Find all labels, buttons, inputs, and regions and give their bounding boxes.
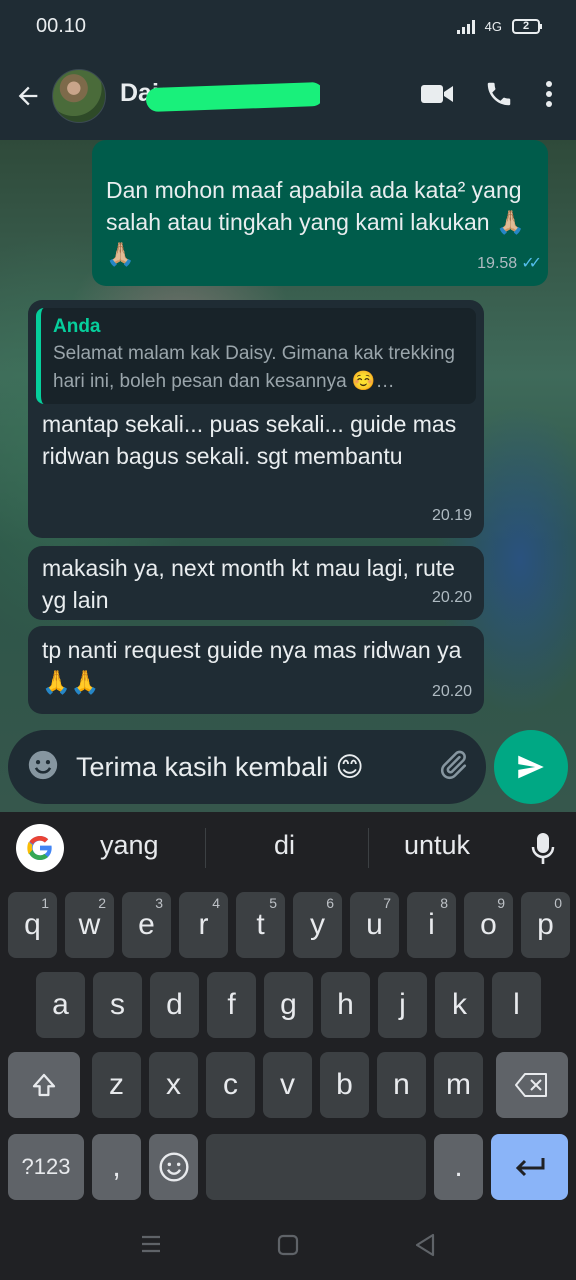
chat-header: Daisy — [0, 52, 576, 140]
emoji-icon[interactable] — [26, 748, 60, 787]
key-m[interactable]: m — [434, 1052, 483, 1118]
signal-icon — [456, 18, 475, 34]
message-incoming[interactable]: Anda Selamat malam kak Daisy. Gimana kak… — [28, 300, 484, 538]
message-incoming[interactable]: makasih ya, next month kt mau lagi, rute… — [28, 546, 484, 620]
microphone-icon[interactable] — [530, 832, 556, 871]
period-key[interactable]: . — [434, 1134, 483, 1200]
send-icon — [518, 755, 544, 779]
status-time: 00.10 — [36, 14, 87, 37]
video-call-icon[interactable] — [420, 82, 454, 111]
avatar[interactable] — [52, 69, 106, 123]
chat-area[interactable]: Dan mohon maaf apabila ada kata² yang sa… — [0, 140, 576, 812]
key-c[interactable]: c — [206, 1052, 255, 1118]
recents-icon[interactable] — [140, 1234, 162, 1254]
suggestion-divider — [368, 828, 369, 868]
attach-icon[interactable] — [436, 748, 470, 787]
message-text: Dan mohon maaf apabila ada kata² yang sa… — [106, 177, 525, 267]
suggestion-3[interactable]: untuk — [404, 830, 470, 861]
back-nav-icon[interactable] — [414, 1233, 436, 1257]
key-l[interactable]: l — [492, 972, 541, 1038]
suggestion-divider — [205, 828, 206, 868]
network-type: 4G — [484, 18, 502, 34]
key-f[interactable]: f — [207, 972, 256, 1038]
navigation-bar — [0, 1208, 576, 1280]
message-text: tp nanti request guide nya mas ridwan ya… — [42, 637, 462, 695]
key-x[interactable]: x — [149, 1052, 198, 1118]
quoted-message[interactable]: Anda Selamat malam kak Daisy. Gimana kak… — [36, 308, 476, 404]
message-text: mantap sekali... puas sekali... guide ma… — [42, 411, 457, 469]
key-z[interactable]: z — [92, 1052, 141, 1118]
key-e[interactable]: e3 — [122, 892, 171, 958]
voice-call-icon[interactable] — [484, 79, 514, 114]
message-incoming[interactable]: tp nanti request guide nya mas ridwan ya… — [28, 626, 484, 714]
message-outgoing[interactable]: Dan mohon maaf apabila ada kata² yang sa… — [92, 140, 548, 286]
backspace-icon — [515, 1073, 547, 1097]
enter-icon — [515, 1158, 544, 1177]
key-g[interactable]: g — [264, 972, 313, 1038]
suggestion-2[interactable]: di — [274, 830, 295, 861]
status-bar: 00.10 4G 2 — [0, 0, 576, 52]
message-text: makasih ya, next month kt mau lagi, rute… — [42, 555, 455, 613]
message-composer[interactable]: Terima kasih kembali 😊 — [8, 730, 486, 804]
emoji-key[interactable] — [149, 1134, 198, 1200]
send-button[interactable] — [494, 730, 568, 804]
key-b[interactable]: b — [320, 1052, 369, 1118]
key-q[interactable]: q1 — [8, 892, 57, 958]
redaction-scribble — [145, 81, 320, 113]
enter-key[interactable] — [491, 1134, 568, 1200]
back-arrow-icon[interactable] — [6, 74, 50, 118]
message-time: 20.19 — [431, 507, 472, 524]
key-y[interactable]: y6 — [293, 892, 342, 958]
more-options-icon[interactable] — [544, 80, 554, 113]
key-d[interactable]: d — [150, 972, 199, 1038]
key-h[interactable]: h — [321, 972, 370, 1038]
message-time: 20.20 — [431, 589, 472, 606]
emoji-icon — [158, 1152, 189, 1182]
suggestion-strip: yang di untuk — [0, 812, 576, 884]
symbols-key[interactable]: ?123 — [8, 1134, 84, 1200]
comma-key[interactable]: , — [92, 1134, 141, 1200]
quote-text: Selamat malam kak Daisy. Gimana kak trek… — [53, 343, 455, 392]
contact-name[interactable]: Daisy — [120, 79, 320, 113]
backspace-key[interactable] — [496, 1052, 568, 1118]
read-ticks-icon: ✓✓ — [521, 255, 542, 272]
key-k[interactable]: k — [435, 972, 484, 1038]
key-o[interactable]: o9 — [464, 892, 513, 958]
key-i[interactable]: i8 — [407, 892, 456, 958]
shift-icon — [32, 1073, 56, 1097]
shift-key[interactable] — [8, 1052, 80, 1118]
key-u[interactable]: u7 — [350, 892, 399, 958]
quote-author: Anda — [53, 316, 101, 337]
status-icons: 4G 2 — [456, 18, 542, 34]
space-key[interactable] — [206, 1134, 426, 1200]
google-logo-icon[interactable] — [16, 824, 64, 872]
battery-level: 2 — [522, 19, 530, 32]
key-p[interactable]: p0 — [521, 892, 570, 958]
key-t[interactable]: t5 — [236, 892, 285, 958]
key-s[interactable]: s — [93, 972, 142, 1038]
message-input[interactable]: Terima kasih kembali 😊 — [76, 752, 436, 783]
key-a[interactable]: a — [36, 972, 85, 1038]
message-time: 20.20 — [431, 683, 472, 700]
message-time: 19.58 — [477, 255, 518, 272]
key-r[interactable]: r4 — [179, 892, 228, 958]
battery-icon: 2 — [512, 18, 542, 34]
home-icon[interactable] — [277, 1234, 299, 1256]
key-n[interactable]: n — [377, 1052, 426, 1118]
suggestion-1[interactable]: yang — [100, 830, 159, 861]
key-j[interactable]: j — [378, 972, 427, 1038]
key-w[interactable]: w2 — [65, 892, 114, 958]
key-v[interactable]: v — [263, 1052, 312, 1118]
